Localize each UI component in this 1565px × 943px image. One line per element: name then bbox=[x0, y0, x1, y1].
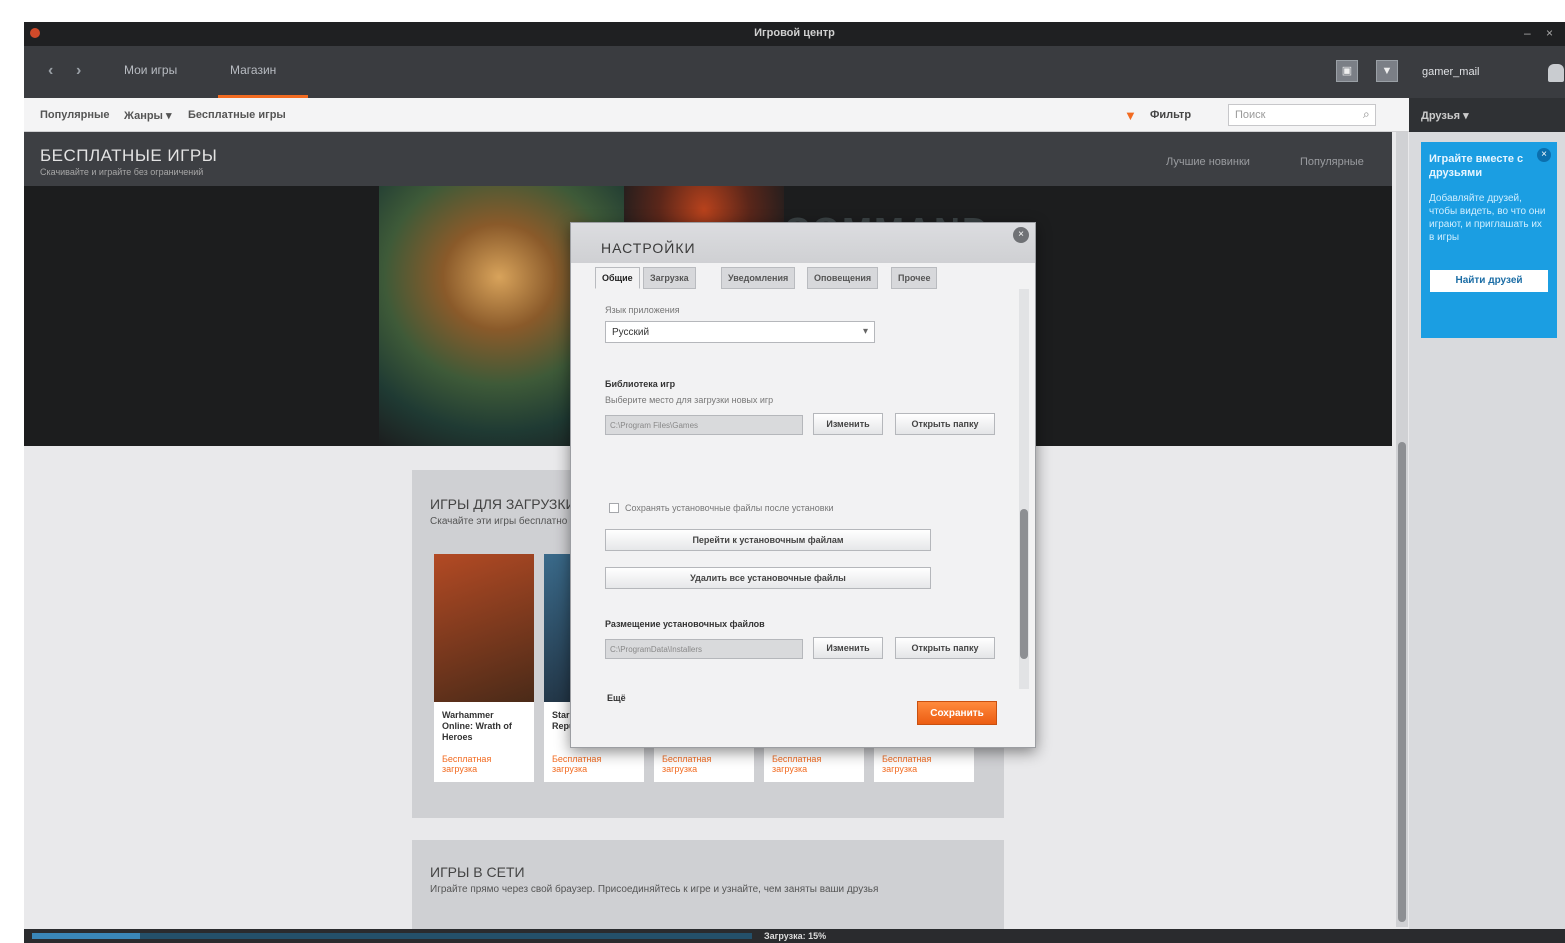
search-input[interactable]: Поиск bbox=[1228, 104, 1376, 126]
language-select[interactable]: Русский ▾ bbox=[605, 321, 875, 343]
username[interactable]: gamer_mail bbox=[1422, 66, 1479, 78]
status-text: Загрузка: 15% bbox=[764, 931, 827, 941]
friends-header[interactable]: Друзья ▾ bbox=[1409, 98, 1565, 132]
game-price[interactable]: Бесплатная загрузка bbox=[662, 754, 746, 774]
game-price[interactable]: Бесплатная загрузка bbox=[772, 754, 856, 774]
friends-header-label[interactable]: Друзья ▾ bbox=[1421, 109, 1469, 122]
close-icon[interactable]: × bbox=[1013, 227, 1029, 243]
dialog-header: НАСТРОЙКИ × bbox=[571, 223, 1035, 263]
settings-dialog: НАСТРОЙКИ × Общие Загрузка Уведомления О… bbox=[570, 222, 1036, 748]
language-value: Русский bbox=[612, 327, 650, 338]
notifications-icon[interactable]: ▼ bbox=[1376, 60, 1398, 82]
friends-promo: Играйте вместе с друзьями × Добавляйте д… bbox=[1421, 142, 1557, 338]
more-label: Ещё bbox=[607, 693, 626, 703]
open-installer-folder-button[interactable]: Открыть папку bbox=[895, 637, 995, 659]
filter-label[interactable]: Фильтр bbox=[1150, 109, 1191, 121]
library-header: Библиотека игр bbox=[605, 379, 676, 389]
top-nav: ‹ › Мои игры Магазин ▣ ▼ gamer_mail bbox=[24, 46, 1565, 98]
tab-general[interactable]: Общие bbox=[595, 267, 640, 289]
close-window-button[interactable]: × bbox=[1546, 26, 1553, 40]
language-label: Язык приложения bbox=[605, 305, 680, 315]
keep-installers-label[interactable]: Сохранять установочные файлы после устан… bbox=[625, 503, 834, 513]
hero-header: БЕСПЛАТНЫЕ ИГРЫ Скачивайте и играйте без… bbox=[24, 132, 1392, 186]
title-bar: Игровой центр – × bbox=[24, 22, 1565, 46]
delete-installers-button[interactable]: Удалить все установочные файлы bbox=[605, 567, 931, 589]
downloads-icon[interactable]: ▣ bbox=[1336, 60, 1358, 82]
status-bar: Загрузка: 15% bbox=[24, 929, 1565, 943]
game-cover bbox=[434, 554, 534, 702]
tab-notifications[interactable]: Уведомления bbox=[721, 267, 796, 289]
promo-text: Добавляйте друзей, чтобы видеть, во что … bbox=[1429, 193, 1546, 243]
scrollbar-thumb[interactable] bbox=[1398, 442, 1406, 922]
dialog-title: НАСТРОЙКИ bbox=[601, 240, 696, 256]
keep-installers-checkbox[interactable] bbox=[609, 503, 619, 513]
game-card[interactable]: Warhammer Online: Wrath of Heroes Беспла… bbox=[434, 554, 534, 782]
installer-location-header: Размещение установочных файлов bbox=[605, 619, 765, 629]
game-price[interactable]: Бесплатная загрузка bbox=[442, 754, 526, 774]
game-price[interactable]: Бесплатная загрузка bbox=[882, 754, 966, 774]
library-path-field[interactable]: C:\Program Files\Games bbox=[605, 415, 803, 435]
page-title: БЕСПЛАТНЫЕ ИГРЫ bbox=[40, 146, 218, 165]
installer-path-field[interactable]: C:\ProgramData\Installers bbox=[605, 639, 803, 659]
filter-icon[interactable]: ▼ bbox=[1124, 108, 1137, 123]
section-subtitle: Играйте прямо через свой браузер. Присое… bbox=[430, 884, 879, 895]
change-library-button[interactable]: Изменить bbox=[813, 413, 883, 435]
back-arrow-icon[interactable]: ‹ bbox=[48, 62, 53, 80]
page-subtitle: Скачивайте и играйте без ограничений bbox=[40, 167, 204, 177]
dialog-scrollbar-thumb[interactable] bbox=[1020, 509, 1028, 659]
settings-body: Язык приложения Русский ▾ Библиотека игр… bbox=[595, 289, 1015, 729]
minimize-button[interactable]: – bbox=[1524, 26, 1531, 40]
store-toolbar: Популярные Жанры ▾ Бесплатные игры ▼ Фил… bbox=[24, 98, 1409, 132]
crumb-free-games[interactable]: Бесплатные игры bbox=[188, 109, 286, 121]
open-library-folder-button[interactable]: Открыть папку bbox=[895, 413, 995, 435]
link-popular[interactable]: Популярные bbox=[1300, 156, 1364, 168]
nav-item-my-games[interactable]: Мои игры bbox=[124, 63, 177, 77]
dialog-scrollbar[interactable] bbox=[1019, 289, 1029, 689]
go-to-installers-button[interactable]: Перейти к установочным файлам bbox=[605, 529, 931, 551]
close-icon[interactable]: × bbox=[1537, 148, 1551, 162]
promo-title: Играйте вместе с друзьями bbox=[1429, 153, 1524, 179]
library-description: Выберите место для загрузки новых игр bbox=[605, 395, 774, 405]
section-title: ИГРЫ В СЕТИ bbox=[430, 864, 525, 880]
section-title: ИГРЫ ДЛЯ ЗАГРУЗКИ bbox=[430, 496, 576, 512]
search-icon[interactable]: ⌕ bbox=[1363, 107, 1370, 122]
crumb-popular[interactable]: Популярные bbox=[40, 109, 110, 121]
friends-sidebar: Друзья ▾ Играйте вместе с друзьями × Доб… bbox=[1409, 98, 1565, 943]
tab-other[interactable]: Прочее bbox=[891, 267, 938, 289]
tab-download[interactable]: Загрузка bbox=[643, 267, 696, 289]
user-avatar-icon[interactable] bbox=[1548, 64, 1564, 82]
app-window: Игровой центр – × ‹ › Мои игры Магазин ▣… bbox=[24, 22, 1565, 943]
forward-arrow-icon[interactable]: › bbox=[76, 62, 81, 80]
save-button[interactable]: Сохранить bbox=[917, 701, 997, 725]
game-price[interactable]: Бесплатная загрузка bbox=[552, 754, 636, 774]
game-name: Warhammer Online: Wrath of Heroes bbox=[442, 710, 512, 742]
tab-alerts[interactable]: Оповещения bbox=[807, 267, 879, 289]
chevron-down-icon: ▾ bbox=[862, 326, 868, 337]
crumb-genres[interactable]: Жанры ▾ bbox=[124, 109, 172, 122]
online-games-section: ИГРЫ В СЕТИ Играйте прямо через свой бра… bbox=[412, 840, 1004, 930]
link-new-releases[interactable]: Лучшие новинки bbox=[1166, 156, 1250, 168]
nav-item-store[interactable]: Магазин bbox=[230, 63, 276, 77]
section-subtitle: Скачайте эти игры бесплатно bbox=[430, 516, 568, 527]
find-friends-button[interactable]: Найти друзей bbox=[1430, 270, 1548, 292]
main-scrollbar[interactable] bbox=[1396, 132, 1408, 927]
change-installer-button[interactable]: Изменить bbox=[813, 637, 883, 659]
download-progress-bar bbox=[32, 933, 752, 939]
window-title: Игровой центр bbox=[754, 27, 835, 39]
